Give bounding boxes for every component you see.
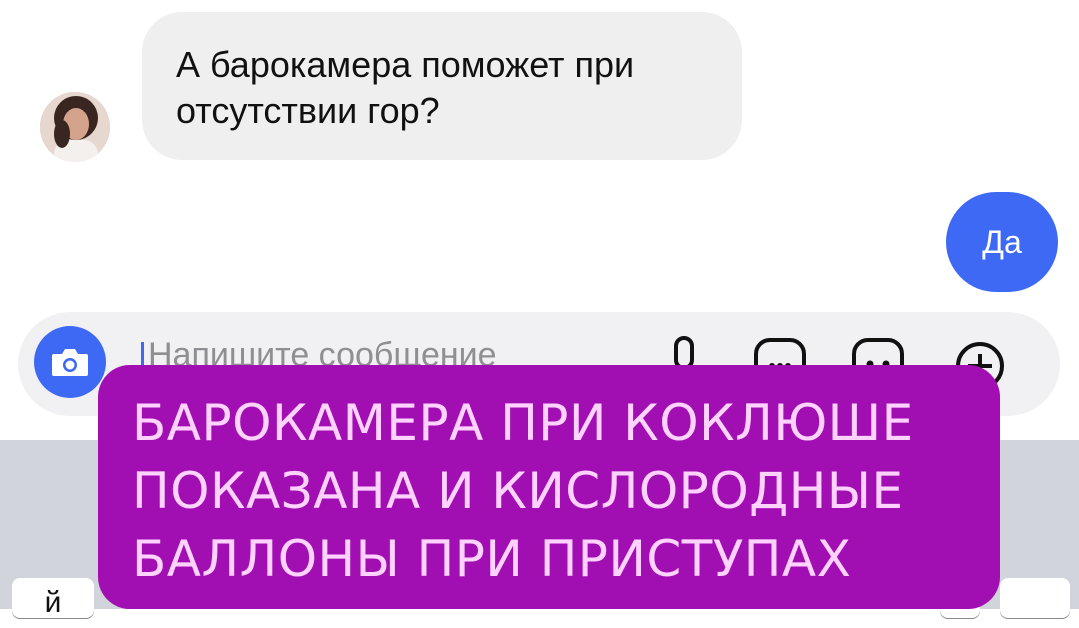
keyboard-key[interactable]: й [12,578,94,619]
keyboard-key[interactable] [1000,578,1070,618]
caption-overlay: БАРОКАМЕРА ПРИ КОКЛЮШЕ ПОКАЗАНА И КИСЛОР… [98,365,1000,609]
keyboard-key-label: й [44,586,62,619]
outgoing-message-bubble[interactable]: Да [946,192,1058,292]
incoming-message-bubble[interactable]: А барокамера поможет при отсутствии гор? [142,12,742,160]
caption-line: ПОКАЗАНА И КИСЛОРОДНЫЕ [132,462,904,520]
contact-avatar[interactable] [40,92,110,162]
camera-button[interactable] [34,326,106,398]
avatar-photo [40,92,110,162]
caption-line: БАРОКАМЕРА ПРИ КОКЛЮШЕ [132,394,914,452]
incoming-message-line: А барокамера поможет при [176,44,635,85]
camera-icon [52,349,88,376]
caption-line: БАЛЛОНЫ ПРИ ПРИСТУПАХ [132,530,852,588]
incoming-message-line: отсутствии гор? [176,90,440,131]
outgoing-message-text: Да [982,223,1022,260]
